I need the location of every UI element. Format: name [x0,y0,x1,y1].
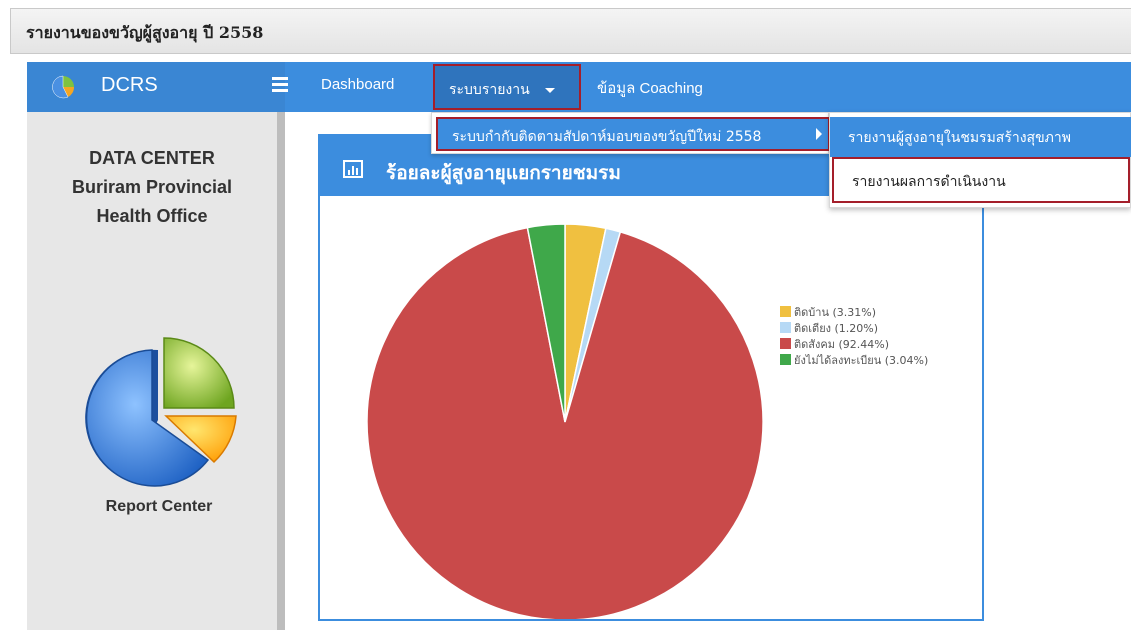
report-submenu: ระบบกำกับติดตามสัปดาห์มอบของขวัญปีใหม่ 2… [431,112,830,154]
sidebar-title-line: DATA CENTER [89,148,215,168]
legend-swatch [780,338,791,349]
legend-label: ยังไม่ได้ลงทะเบียน (3.04%) [794,354,928,367]
pie-chart: ติดบ้าน (3.31%) ติดเตียง (1.20%) ติดสังคม … [366,223,928,619]
brand-name: DCRS [101,74,158,96]
legend-label: ติดบ้าน (3.31%) [794,306,876,319]
menu-toggle-icon[interactable] [272,77,290,95]
navbar: DCRS Dashboard ระบบรายงาน ข้อมูล Coachin… [27,62,1131,112]
sidebar-caption: Report Center [105,498,213,515]
sidebar: DATA CENTER Buriram Provincial Health Of… [27,112,285,630]
submenu-item-tracking[interactable]: ระบบกำกับติดตามสัปดาห์มอบของขวัญปีใหม่ 2… [436,117,830,151]
page-title: รายงานของขวัญผู้สูงอายุ ปี 2558 [26,23,264,42]
legend-label: ติดเตียง (1.20%) [794,322,878,335]
submenu-item-label: ระบบกำกับติดตามสัปดาห์มอบของขวัญปีใหม่ 2… [452,129,762,145]
caret-right-icon [816,128,822,140]
nav-coaching[interactable]: ข้อมูล Coaching [597,76,703,100]
nav-report-system[interactable]: ระบบรายงาน [433,64,581,110]
legend-swatch [780,322,791,333]
sidebar-title-line: Buriram Provincial [71,177,233,197]
tracking-submenu: รายงานผู้สูงอายุในชมรมสร้างสุขภาพ รายงาน… [829,112,1131,208]
caret-down-icon [545,88,555,93]
legend-swatch [780,306,791,317]
submenu-item-label: รายงานผู้สูงอายุในชมรมสร้างสุขภาพ [848,130,1071,146]
legend-label: ติดสังคม (92.44%) [794,338,889,351]
legend-swatch [780,354,791,365]
brand[interactable]: DCRS [27,62,285,112]
nav-report-label: ระบบรายงาน [449,82,530,98]
sidebar-title-line: Health Office [96,206,208,226]
report-center-pie-icon [85,337,237,487]
page-title-bar: รายงานของขวัญผู้สูงอายุ ปี 2558 [10,8,1131,54]
submenu-item-operation-report[interactable]: รายงานผลการดำเนินงาน [832,157,1130,203]
sidebar-title: DATA CENTER Buriram Provincial Health Of… [27,144,277,231]
submenu-item-elderly-club-report[interactable]: รายงานผู้สูงอายุในชมรมสร้างสุขภาพ [830,117,1131,157]
panel-title: ร้อยละผู้สูงอายุแยกรายชมรม [386,162,621,184]
submenu-item-label: รายงานผลการดำเนินงาน [852,174,1006,190]
nav-dashboard[interactable]: Dashboard [321,76,394,93]
pie-chart-logo-icon [52,75,75,99]
bar-chart-icon [343,160,363,178]
